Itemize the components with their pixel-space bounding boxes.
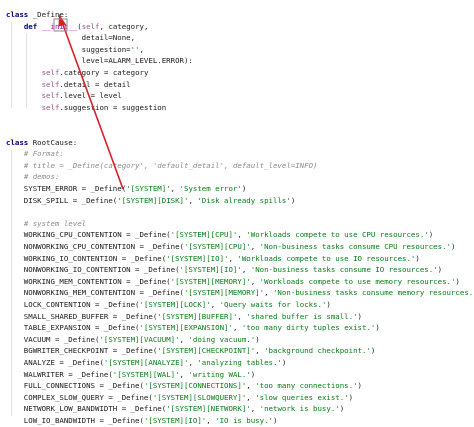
- code-editor[interactable]: class _Define: def __init__(self, catego…: [0, 0, 474, 425]
- code-line[interactable]: suggestion='',: [6, 44, 144, 56]
- code-line[interactable]: WORKING_MEM_CONTENTION = _Define('[SYSTE…: [6, 276, 460, 288]
- code-line[interactable]: self.detail = detail: [6, 79, 131, 91]
- code-line[interactable]: BGWRITER_CHECKPOINT = _Define('[SYSTEM][…: [6, 345, 376, 357]
- code-line[interactable]: SYSTEM_ERROR = _Define('[SYSTEM]', 'Syst…: [6, 183, 247, 195]
- code-line[interactable]: WALWRITER = _Define('[SYSTEM][WAL]', 'wr…: [6, 369, 255, 381]
- code-line[interactable]: level=ALARM_LEVEL.ERROR):: [6, 55, 193, 67]
- code-line[interactable]: NONWORKING_MEM_CONTENTION = _Define('[SY…: [6, 287, 474, 299]
- code-line[interactable]: NONWORKING_CPU_CONTENTION = _Define('[SY…: [6, 241, 456, 253]
- code-line[interactable]: NETWORK_LOW_BANDWIDTH = _Define('[SYSTEM…: [6, 403, 344, 415]
- code-line[interactable]: LOCK_CONTENTION = _Define('[SYSTEM][LOCK…: [6, 299, 331, 311]
- code-line[interactable]: NONWORKING_IO_CONTENTION = _Define('[SYS…: [6, 264, 442, 276]
- code-line[interactable]: WORKING_IO_CONTENTION = _Define('[SYSTEM…: [6, 253, 420, 265]
- code-line[interactable]: DISK_SPILL = _Define('[SYSTEM][DISK]', '…: [6, 195, 295, 207]
- code-line[interactable]: detail=None,: [6, 32, 135, 44]
- code-line[interactable]: self.category = category: [6, 67, 149, 79]
- code-line[interactable]: # demos:: [6, 171, 60, 183]
- code-line[interactable]: class RootCause:: [6, 137, 77, 149]
- code-line[interactable]: # Format:: [6, 148, 64, 160]
- code-line[interactable]: LOW_IO_BANDWIDTH = _Define('[SYSTEM][IO]…: [6, 415, 278, 427]
- code-line[interactable]: self.suggestion = suggestion: [6, 102, 167, 114]
- code-line[interactable]: SMALL_SHARED_BUFFER = _Define('[SYSTEM][…: [6, 311, 362, 323]
- code-line[interactable]: def __init__(self, category,: [6, 21, 149, 33]
- code-line[interactable]: WORKING_CPU_CONTENTION = _Define('[SYSTE…: [6, 229, 433, 241]
- code-line[interactable]: class _Define:: [6, 9, 68, 21]
- code-line[interactable]: # system level: [6, 218, 86, 230]
- code-line[interactable]: FULL_CONNECTIONS = _Define('[SYSTEM][CON…: [6, 380, 362, 392]
- code-line[interactable]: # title = _Define(category', 'default_de…: [6, 160, 318, 172]
- code-line[interactable]: self.level = level: [6, 90, 122, 102]
- code-line[interactable]: TABLE_EXPANSION = _Define('[SYSTEM][EXPA…: [6, 322, 380, 334]
- code-line[interactable]: VACUUM = _Define('[SYSTEM][VACUUM]', 'do…: [6, 334, 260, 346]
- code-line[interactable]: COMPLEX_SLOW_QUERY = _Define('[SYSTEM][S…: [6, 392, 353, 404]
- code-line[interactable]: ANALYZE = _Define('[SYSTEM][ANALYZE]', '…: [6, 357, 287, 369]
